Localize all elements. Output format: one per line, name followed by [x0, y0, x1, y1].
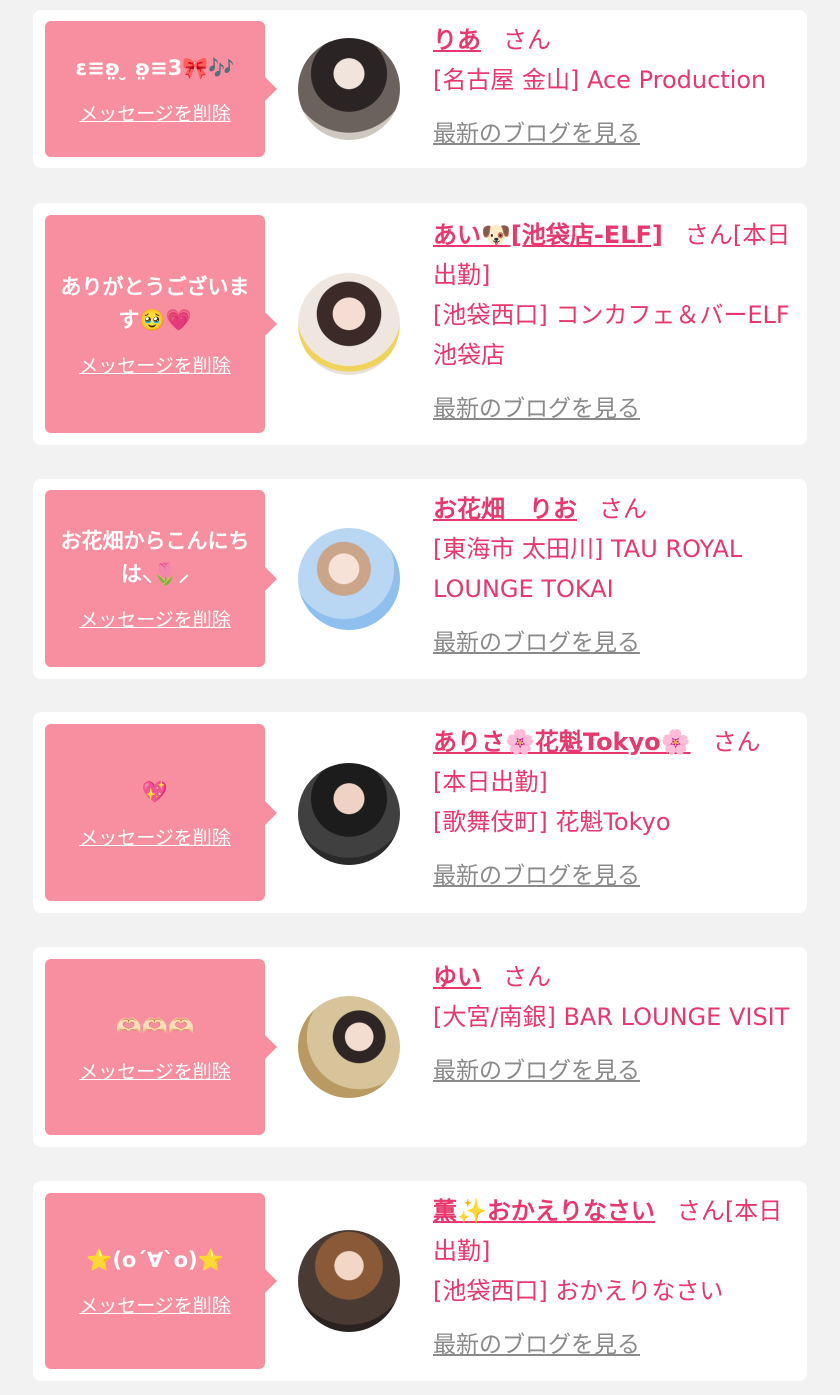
- shop-name: [東海市 太田川] TAU ROYAL LOUNGE TOKAI: [433, 535, 743, 603]
- message-bubble: お花畑からこんにちは⸜🌷⸝ メッセージを削除: [45, 490, 277, 667]
- sender-name-link[interactable]: お花畑 りお: [433, 495, 577, 523]
- honorific: さん: [503, 963, 551, 991]
- message-list: ɛ≡ʚ̤ ̮ ʚ̤≡3🎀🎶 メッセージを削除 りあ さん [名古屋 金山] Ace…: [0, 0, 840, 1395]
- sender-info: 薫✨おかえりなさい さん[本日出勤] [池袋西口] おかえりなさい 最新のブログを…: [433, 1191, 793, 1365]
- shop-name: [池袋西口] コンカフェ＆バーELF 池袋店: [433, 301, 790, 369]
- sender-info: あい🐶[池袋店-ELF] さん[本日出勤] [池袋西口] コンカフェ＆バーELF …: [433, 215, 793, 429]
- avatar[interactable]: [298, 273, 400, 375]
- latest-blog-link[interactable]: 最新のブログを見る: [433, 389, 793, 429]
- message-card: 🫶🏻🫶🏻🫶🏻 メッセージを削除 ゆい さん [大宮/南銀] BAR LOUNGE …: [33, 947, 807, 1147]
- honorific: さん: [599, 495, 647, 523]
- avatar[interactable]: [298, 763, 400, 865]
- latest-blog-link[interactable]: 最新のブログを見る: [433, 1325, 793, 1365]
- message-card: ありがとうございます🥹💗 メッセージを削除 あい🐶[池袋店-ELF] さん[本日出…: [33, 203, 807, 445]
- message-bubble: ⭐️(o´∀`o)⭐️ メッセージを削除: [45, 1193, 277, 1369]
- delete-message-link[interactable]: メッセージを削除: [79, 605, 231, 632]
- sender-name-link[interactable]: ありさ🌸花魁Tokyo🌸: [433, 728, 691, 756]
- sender-info: りあ さん [名古屋 金山] Ace Production 最新のブログを見る: [433, 20, 793, 154]
- sender-name-link[interactable]: りあ: [433, 26, 481, 54]
- message-bubble: 🫶🏻🫶🏻🫶🏻 メッセージを削除: [45, 959, 277, 1135]
- avatar[interactable]: [298, 528, 400, 630]
- avatar[interactable]: [298, 996, 400, 1098]
- latest-blog-link[interactable]: 最新のブログを見る: [433, 1051, 793, 1091]
- message-card: ɛ≡ʚ̤ ̮ ʚ̤≡3🎀🎶 メッセージを削除 りあ さん [名古屋 金山] Ace…: [33, 10, 807, 168]
- delete-message-link[interactable]: メッセージを削除: [79, 823, 231, 850]
- avatar[interactable]: [298, 38, 400, 140]
- message-card: 💖 メッセージを削除 ありさ🌸花魁Tokyo🌸 さん[本日出勤] [歌舞伎町] 花…: [33, 712, 807, 913]
- shop-name: [池袋西口] おかえりなさい: [433, 1277, 724, 1305]
- delete-message-link[interactable]: メッセージを削除: [79, 1291, 231, 1318]
- message-bubble: ɛ≡ʚ̤ ̮ ʚ̤≡3🎀🎶 メッセージを削除: [45, 21, 277, 157]
- message-text: お花畑からこんにちは⸜🌷⸝: [60, 529, 250, 586]
- sender-info: お花畑 りお さん [東海市 太田川] TAU ROYAL LOUNGE TOKA…: [433, 489, 793, 663]
- sender-info: ゆい さん [大宮/南銀] BAR LOUNGE VISIT 最新のブログを見る: [433, 957, 793, 1091]
- message-card: お花畑からこんにちは⸜🌷⸝ メッセージを削除 お花畑 りお さん [東海市 太田川…: [33, 479, 807, 679]
- avatar[interactable]: [298, 1230, 400, 1332]
- sender-info: ありさ🌸花魁Tokyo🌸 さん[本日出勤] [歌舞伎町] 花魁Tokyo 最新のブ…: [433, 722, 793, 896]
- message-bubble: 💖 メッセージを削除: [45, 724, 277, 901]
- delete-message-link[interactable]: メッセージを削除: [79, 351, 231, 378]
- shop-name: [歌舞伎町] 花魁Tokyo: [433, 808, 671, 836]
- latest-blog-link[interactable]: 最新のブログを見る: [433, 856, 793, 896]
- message-card: ⭐️(o´∀`o)⭐️ メッセージを削除 薫✨おかえりなさい さん[本日出勤] […: [33, 1181, 807, 1381]
- message-bubble: ありがとうございます🥹💗 メッセージを削除: [45, 215, 277, 433]
- message-text: ɛ≡ʚ̤ ̮ ʚ̤≡3🎀🎶: [75, 56, 235, 80]
- message-text: 💖: [141, 779, 169, 804]
- shop-name: [大宮/南銀] BAR LOUNGE VISIT: [433, 1003, 790, 1031]
- shop-name: [名古屋 金山] Ace Production: [433, 66, 767, 94]
- message-text: ありがとうございます🥹💗: [60, 274, 250, 332]
- sender-name-link[interactable]: ゆい: [433, 963, 481, 991]
- delete-message-link[interactable]: メッセージを削除: [79, 99, 231, 126]
- delete-message-link[interactable]: メッセージを削除: [79, 1057, 231, 1084]
- message-text: 🫶🏻🫶🏻🫶🏻: [115, 1014, 195, 1038]
- honorific: さん: [503, 26, 551, 54]
- sender-name-link[interactable]: あい🐶[池袋店-ELF]: [433, 221, 663, 249]
- latest-blog-link[interactable]: 最新のブログを見る: [433, 114, 793, 154]
- message-text: ⭐️(o´∀`o)⭐️: [86, 1248, 224, 1272]
- latest-blog-link[interactable]: 最新のブログを見る: [433, 623, 793, 663]
- sender-name-link[interactable]: 薫✨おかえりなさい: [433, 1197, 655, 1225]
